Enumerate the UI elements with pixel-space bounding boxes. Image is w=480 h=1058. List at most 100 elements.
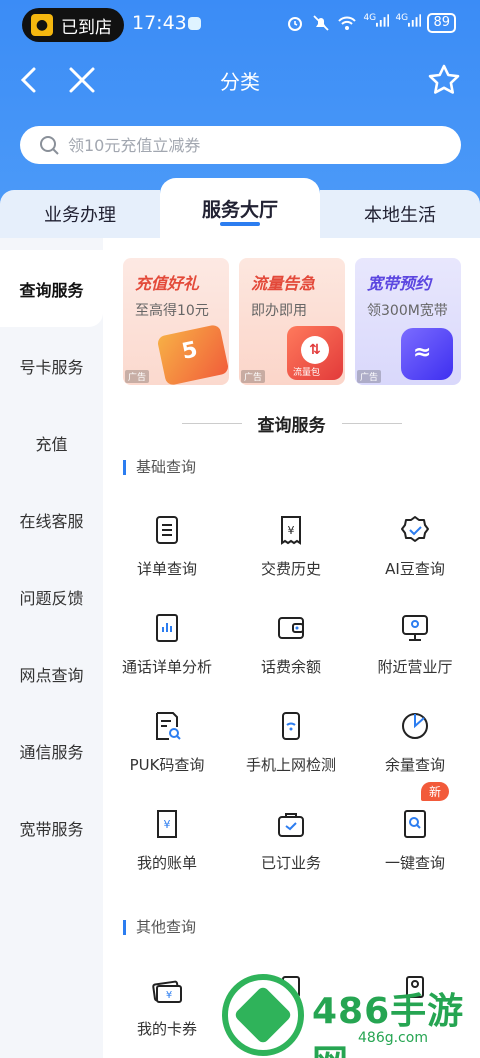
- arrows-icon: ⇅: [301, 336, 329, 364]
- item-label: 余量查询: [384, 756, 445, 774]
- watermark-url: 486g.com: [358, 1030, 428, 1046]
- tab-local-life[interactable]: 本地生活: [320, 190, 480, 238]
- item-label: 我的卡券: [136, 1020, 197, 1038]
- status-time: 17:43: [132, 12, 187, 34]
- store-label: 已到店: [61, 17, 112, 38]
- sidebar-item-label: 充值: [35, 434, 68, 454]
- data-pack-label: 流量包: [293, 368, 321, 378]
- svg-text:¥: ¥: [164, 818, 171, 831]
- item-puk-query[interactable]: PUK码查询: [105, 710, 229, 800]
- sidebar-item-label: 号卡服务: [19, 357, 84, 377]
- svg-text:¥: ¥: [288, 524, 295, 537]
- group-title-other: 其他查询: [123, 920, 196, 935]
- item-my-bill[interactable]: ¥ 我的账单: [105, 808, 229, 898]
- item-nearby-hall[interactable]: 附近营业厅: [353, 612, 477, 702]
- item-label: 话费余额: [260, 658, 321, 676]
- banner-broadband-booking[interactable]: 宽带预约 领300M宽带 ≈ 广告: [355, 258, 461, 385]
- search-input[interactable]: [68, 135, 428, 155]
- section-title: 查询服务: [103, 408, 480, 438]
- group-title-basic: 基础查询: [123, 460, 196, 475]
- location-screen-icon: [402, 615, 428, 641]
- mute-icon: [311, 13, 331, 33]
- watermark-logo-icon: [222, 974, 304, 1056]
- star-icon: [428, 64, 460, 94]
- watermark-text: 486手游网: [312, 991, 465, 1058]
- item-label: 通话详单分析: [121, 658, 212, 676]
- item-detail-query[interactable]: 详单查询: [105, 514, 229, 604]
- sidebar-item-feedback[interactable]: 问题反馈: [0, 558, 103, 635]
- item-payment-history[interactable]: ¥ 交费历史: [229, 514, 353, 604]
- message-icon: [188, 17, 201, 30]
- banner-title: 流量告急: [251, 274, 316, 293]
- main-panel: 充值好礼 至高得10元 5 广告 流量告急 即办即用 ⇅ 流量包 广告 宽带预约 …: [103, 238, 480, 1058]
- alarm-icon: [285, 13, 305, 33]
- item-my-coupons[interactable]: ¥ 我的卡券: [105, 974, 229, 1058]
- item-label: PUK码查询: [129, 756, 205, 774]
- tab-business[interactable]: 业务办理: [0, 190, 160, 238]
- item-remaining-query[interactable]: 余量查询: [353, 710, 477, 800]
- sidebar-item-online-service[interactable]: 在线客服: [0, 481, 103, 558]
- yuan-receipt-icon: ¥: [281, 516, 301, 545]
- item-label: 一键查询: [384, 854, 445, 872]
- wifi-icon: [337, 13, 357, 33]
- sidebar-item-recharge[interactable]: 充值: [0, 404, 103, 481]
- store-pill[interactable]: ● 已到店: [22, 8, 124, 42]
- sidebar-item-label: 通信服务: [19, 742, 84, 762]
- status-icons: 4G 4G 89: [285, 13, 456, 33]
- item-network-check[interactable]: 手机上网检测: [229, 710, 353, 800]
- status-bar: ● 已到店 17:43 4G 4G 89: [0, 0, 480, 50]
- search-bar[interactable]: [20, 126, 461, 164]
- broadband-illustration-icon: ≈: [401, 328, 453, 380]
- page-title: 分类: [220, 70, 260, 94]
- banner-data-urgent[interactable]: 流量告急 即办即用 ⇅ 流量包 广告: [239, 258, 345, 385]
- sidebar-item-telecom[interactable]: 通信服务: [0, 712, 103, 789]
- sidebar-item-label: 在线客服: [19, 511, 84, 531]
- bill-icon: ¥: [157, 810, 177, 838]
- tab-service-hall[interactable]: 服务大厅: [160, 178, 320, 238]
- watermark-logo-mark: [233, 985, 293, 1045]
- banner-title: 充值好礼: [135, 274, 200, 293]
- item-call-analysis[interactable]: 通话详单分析: [105, 612, 229, 702]
- sidebar-item-label: 问题反馈: [19, 588, 84, 608]
- sidebar-item-label: 查询服务: [19, 280, 84, 300]
- sidebar-item-label: 宽带服务: [19, 819, 84, 839]
- svg-text:¥: ¥: [166, 990, 172, 1001]
- sidebar-item-broadband[interactable]: 宽带服务: [0, 789, 103, 866]
- banner-subtitle: 领300M宽带: [367, 303, 448, 319]
- phone-wifi-icon: [282, 712, 300, 740]
- pie-icon: [402, 713, 428, 739]
- coupon-number: 5: [179, 337, 200, 365]
- sidebar: 查询服务 号卡服务 充值 在线客服 问题反馈 网点查询 通信服务 宽带服务: [0, 238, 103, 1058]
- item-label: 我的账单: [136, 854, 197, 872]
- coupon-illustration-icon: 5: [156, 323, 229, 385]
- search-icon: [40, 136, 59, 155]
- tab-label: 服务大厅: [201, 198, 278, 221]
- sidebar-item-query[interactable]: 查询服务: [0, 250, 103, 327]
- tab-label: 本地生活: [364, 205, 436, 226]
- tab-active-indicator: [220, 222, 260, 226]
- item-one-click-query[interactable]: 新 一键查询: [353, 782, 477, 898]
- doc-search-icon: [156, 712, 181, 740]
- tab-label: 业务办理: [44, 205, 116, 226]
- item-subscribed[interactable]: 已订业务: [229, 808, 353, 898]
- delivery-icon: ●: [31, 14, 53, 36]
- sidebar-item-card[interactable]: 号卡服务: [0, 327, 103, 404]
- favorite-button[interactable]: [424, 60, 464, 100]
- item-ai-beans[interactable]: AI豆查询: [353, 514, 477, 604]
- ad-label: 广告: [357, 370, 382, 383]
- item-label: 交费历史: [260, 560, 321, 578]
- banner-recharge-gift[interactable]: 充值好礼 至高得10元 5 广告: [123, 258, 229, 385]
- item-balance[interactable]: 话费余额: [229, 612, 353, 702]
- tab-bar: 业务办理 服务大厅 本地生活: [0, 178, 480, 238]
- banner-title: 宽带预约: [367, 274, 432, 293]
- ad-label: 广告: [125, 370, 150, 383]
- item-label: 附近营业厅: [377, 658, 453, 676]
- coupon-icon: ¥: [152, 980, 182, 1003]
- doc-magnify-icon: [404, 810, 426, 838]
- ad-label: 广告: [241, 370, 266, 383]
- sidebar-item-outlets[interactable]: 网点查询: [0, 635, 103, 712]
- battery-indicator: 89: [427, 13, 456, 33]
- wallet-icon: [278, 617, 304, 639]
- watermark: 486手游网 486g.com: [222, 972, 480, 1058]
- new-badge: 新: [420, 782, 449, 801]
